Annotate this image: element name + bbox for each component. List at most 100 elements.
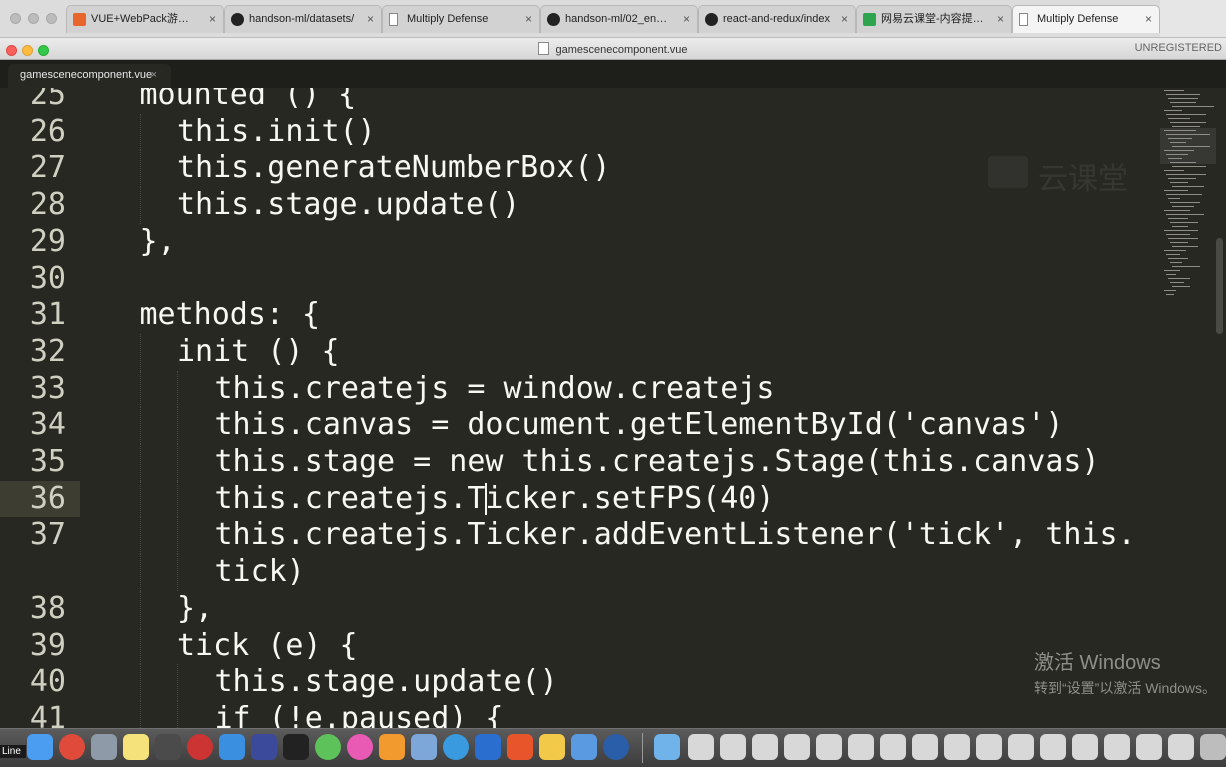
close-icon[interactable]: × [525, 6, 532, 33]
zoom-window-button[interactable] [46, 13, 57, 24]
minimap-line [1166, 214, 1204, 215]
window-thumb-icon[interactable] [752, 734, 778, 760]
minimap-line [1168, 278, 1190, 279]
browser-tab[interactable]: react-and-redux/index × [698, 5, 856, 33]
notes-icon[interactable] [123, 734, 149, 760]
code-editor[interactable]: 25 26 27 28 29 30 31 32 33 34 35 36 37 38 39 40 41 mount… [0, 88, 1226, 728]
window-thumb-icon[interactable] [848, 734, 874, 760]
window-thumb-icon[interactable] [1136, 734, 1162, 760]
minimap-line [1168, 198, 1180, 199]
close-icon[interactable]: × [841, 6, 848, 33]
scrollbar-thumb[interactable] [1216, 238, 1223, 334]
browser-tab[interactable]: 网易云课堂-内容提供方 × [856, 5, 1012, 33]
close-icon[interactable]: × [209, 6, 216, 33]
close-icon[interactable]: × [683, 6, 690, 33]
window-thumb-icon[interactable] [1168, 734, 1194, 760]
finder-icon[interactable] [27, 734, 53, 760]
minimap-line [1166, 234, 1190, 235]
close-icon[interactable]: × [1145, 6, 1152, 33]
sublime-text-icon[interactable] [155, 734, 181, 760]
window-thumb-icon[interactable] [912, 734, 938, 760]
office-icon[interactable] [507, 734, 533, 760]
code-line: this.stage = new this.createjs.Stage(thi… [214, 444, 1100, 479]
window-thumb-icon[interactable] [944, 734, 970, 760]
safari-icon[interactable] [443, 734, 469, 760]
code-line: tick (e) { [177, 627, 358, 663]
window-thumb-icon[interactable] [816, 734, 842, 760]
minimap[interactable] [1158, 88, 1218, 328]
minimap-line [1164, 190, 1188, 191]
ibooks-icon[interactable] [379, 734, 405, 760]
indent-guide [177, 480, 178, 518]
minimap-line [1172, 186, 1204, 187]
chrome-icon[interactable] [59, 734, 85, 760]
indent-guide [177, 554, 178, 591]
window-thumb-icon[interactable] [1072, 734, 1098, 760]
loading-ring-icon[interactable] [315, 734, 341, 760]
github-icon [547, 13, 560, 26]
close-icon[interactable]: × [151, 64, 157, 86]
indent-guide [177, 444, 178, 481]
browser-tab[interactable]: handson-ml/datasets/ × [224, 5, 382, 33]
line-number: 30 [29, 260, 66, 296]
dock-separator [642, 733, 643, 763]
terminal-icon[interactable] [283, 734, 309, 760]
minimap-line [1166, 134, 1210, 135]
connect-icon[interactable] [571, 734, 597, 760]
indent-guide [139, 517, 141, 555]
itunes-icon[interactable] [347, 734, 373, 760]
preview-icon[interactable] [411, 734, 437, 760]
file-tab-gamescenecomponent[interactable]: gamescenecomponent.vue × [8, 64, 171, 88]
file-tab-label: gamescenecomponent.vue [20, 69, 153, 81]
close-icon[interactable]: × [367, 6, 374, 33]
browser-tab[interactable]: Multiply Defense × [1012, 5, 1160, 33]
window-thumb-icon[interactable] [976, 734, 1002, 760]
browser-tab-label: 网易云课堂-内容提供方 [881, 13, 987, 25]
code-line: }, [177, 590, 214, 626]
minimap-line [1164, 90, 1184, 91]
activate-windows-watermark: 激活 Windows 转到“设置”以激活 Windows。 [1034, 646, 1216, 698]
browser-tab[interactable]: VUE+WebPack游戏设计 × [66, 5, 224, 33]
minimap-line [1170, 102, 1196, 103]
minimap-line [1168, 178, 1196, 179]
code-line: tick) [214, 554, 305, 590]
close-icon[interactable]: × [997, 6, 1004, 33]
dvd-player-icon[interactable] [187, 734, 213, 760]
folder-icon[interactable] [539, 734, 565, 760]
window-thumb-icon[interactable] [1008, 734, 1034, 760]
indent-guide [139, 407, 141, 444]
file-tab-bar: gamescenecomponent.vue × [0, 60, 1226, 88]
applications-folder-icon[interactable] [654, 734, 680, 760]
screen-sharing-icon[interactable] [475, 734, 501, 760]
stripes-app-icon[interactable] [251, 734, 277, 760]
minimap-line [1166, 194, 1202, 195]
close-window-button[interactable] [10, 13, 21, 24]
window-thumb-icon[interactable] [880, 734, 906, 760]
browser-tab[interactable]: Multiply Defense × [382, 5, 540, 33]
minimize-window-button[interactable] [28, 13, 39, 24]
code-line: this.init() [177, 113, 376, 149]
window-thumb-icon[interactable] [688, 734, 714, 760]
cloud-drive-icon[interactable] [219, 734, 245, 760]
trash-icon[interactable] [1200, 734, 1226, 760]
code-line: this.createjs = window.createjs [214, 370, 775, 406]
window-thumb-icon[interactable] [1040, 734, 1066, 760]
window-thumb-icon[interactable] [720, 734, 746, 760]
launchpad-icon[interactable] [91, 734, 117, 760]
indent-guide [139, 664, 141, 701]
status-line-label: Line [0, 745, 26, 758]
window-thumb-icon[interactable] [1104, 734, 1130, 760]
window-thumb-icon[interactable] [784, 734, 810, 760]
browser-tab[interactable]: handson-ml/02_end_to × [540, 5, 698, 33]
minimap-line [1166, 154, 1188, 155]
line-number: 25 [29, 88, 66, 112]
minimap-line [1172, 246, 1198, 247]
line-number: 26 [29, 113, 66, 149]
minimap-line [1168, 98, 1198, 99]
minimap-line [1164, 130, 1196, 131]
indent-guide [139, 627, 141, 665]
minimap-line [1172, 266, 1200, 267]
code-line: if (!e.paused) { [214, 700, 504, 728]
new-tab-area[interactable] [1160, 0, 1226, 37]
quicktime-icon[interactable] [603, 734, 629, 760]
